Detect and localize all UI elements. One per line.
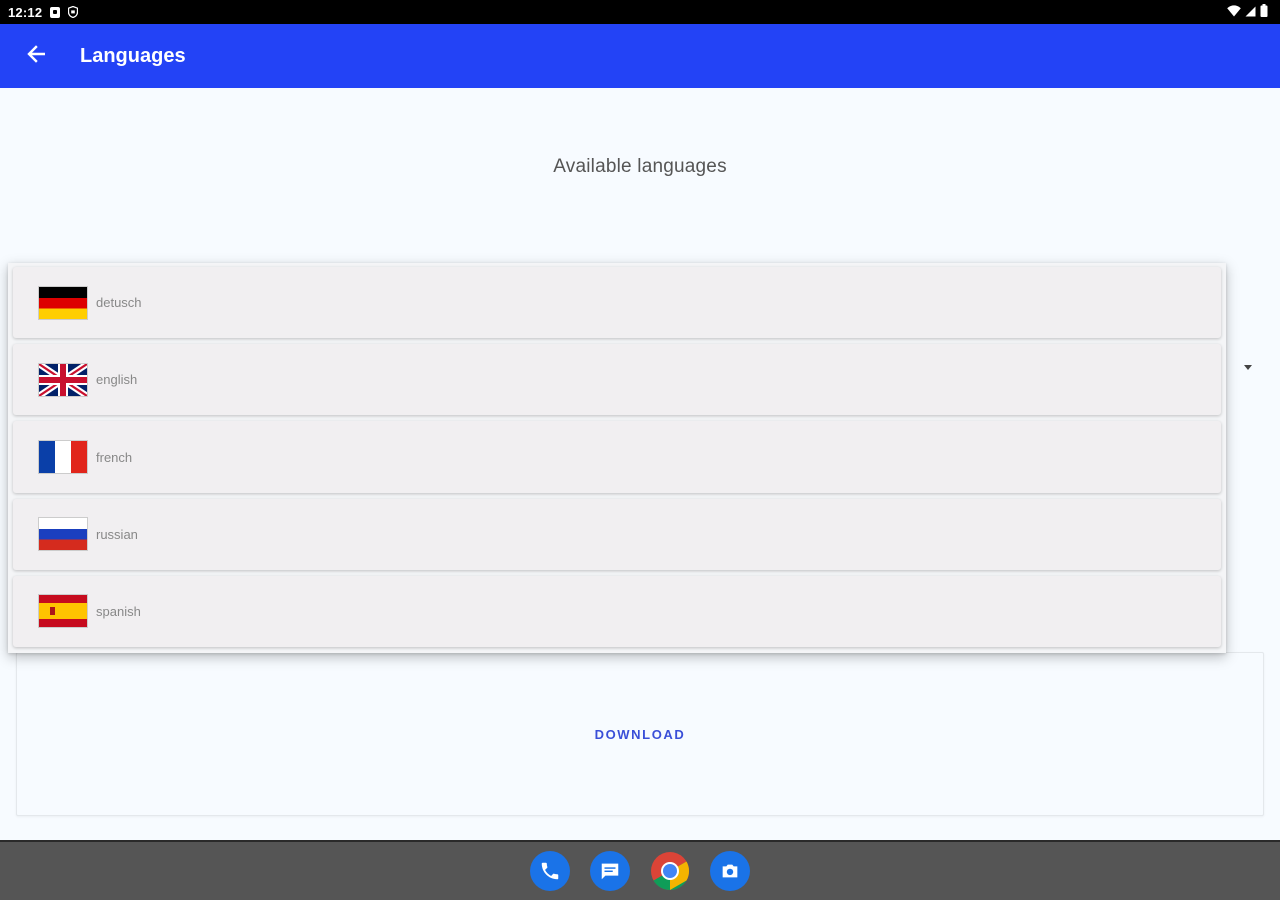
- spain-flag-icon: [38, 594, 88, 629]
- section-title: Available languages: [553, 156, 727, 177]
- uk-flag-icon: [38, 362, 88, 397]
- battery-icon: [1260, 4, 1268, 20]
- dropdown-arrow-icon[interactable]: [1244, 365, 1252, 370]
- language-dropdown: detusch english french russian spanish: [8, 263, 1226, 653]
- app-title: Languages: [80, 44, 186, 67]
- messages-icon[interactable]: [590, 851, 630, 891]
- france-flag-icon: [38, 440, 88, 474]
- language-label: french: [96, 449, 133, 465]
- language-item-english[interactable]: english: [13, 344, 1221, 416]
- nav-bar: [0, 840, 1280, 900]
- language-item-russian[interactable]: russian: [13, 498, 1221, 570]
- germany-flag-icon: [38, 285, 88, 320]
- download-card: DOWNLOAD: [16, 652, 1264, 816]
- camera-icon[interactable]: [710, 851, 750, 891]
- download-button[interactable]: DOWNLOAD: [17, 653, 1263, 815]
- back-button[interactable]: [12, 32, 60, 80]
- status-time: 12:12: [8, 4, 43, 20]
- language-label: detusch: [96, 295, 142, 311]
- language-item-french[interactable]: french: [13, 421, 1221, 493]
- signal-icon: [1245, 5, 1256, 20]
- russia-flag-icon: [38, 517, 88, 552]
- shield-icon: [68, 6, 79, 18]
- language-label: spanish: [96, 603, 141, 619]
- status-bar: 12:12: [0, 0, 1280, 24]
- language-item-spanish[interactable]: spanish: [13, 575, 1221, 648]
- language-label: english: [96, 372, 138, 388]
- arrow-back-icon: [27, 44, 46, 68]
- notification-icon: [50, 6, 61, 18]
- wifi-icon: [1227, 4, 1241, 20]
- language-label: russian: [96, 526, 138, 542]
- phone-icon[interactable]: [530, 851, 570, 891]
- chrome-icon[interactable]: [650, 851, 690, 891]
- app-bar: Languages: [0, 24, 1280, 88]
- language-item-detusch[interactable]: detusch: [13, 267, 1221, 339]
